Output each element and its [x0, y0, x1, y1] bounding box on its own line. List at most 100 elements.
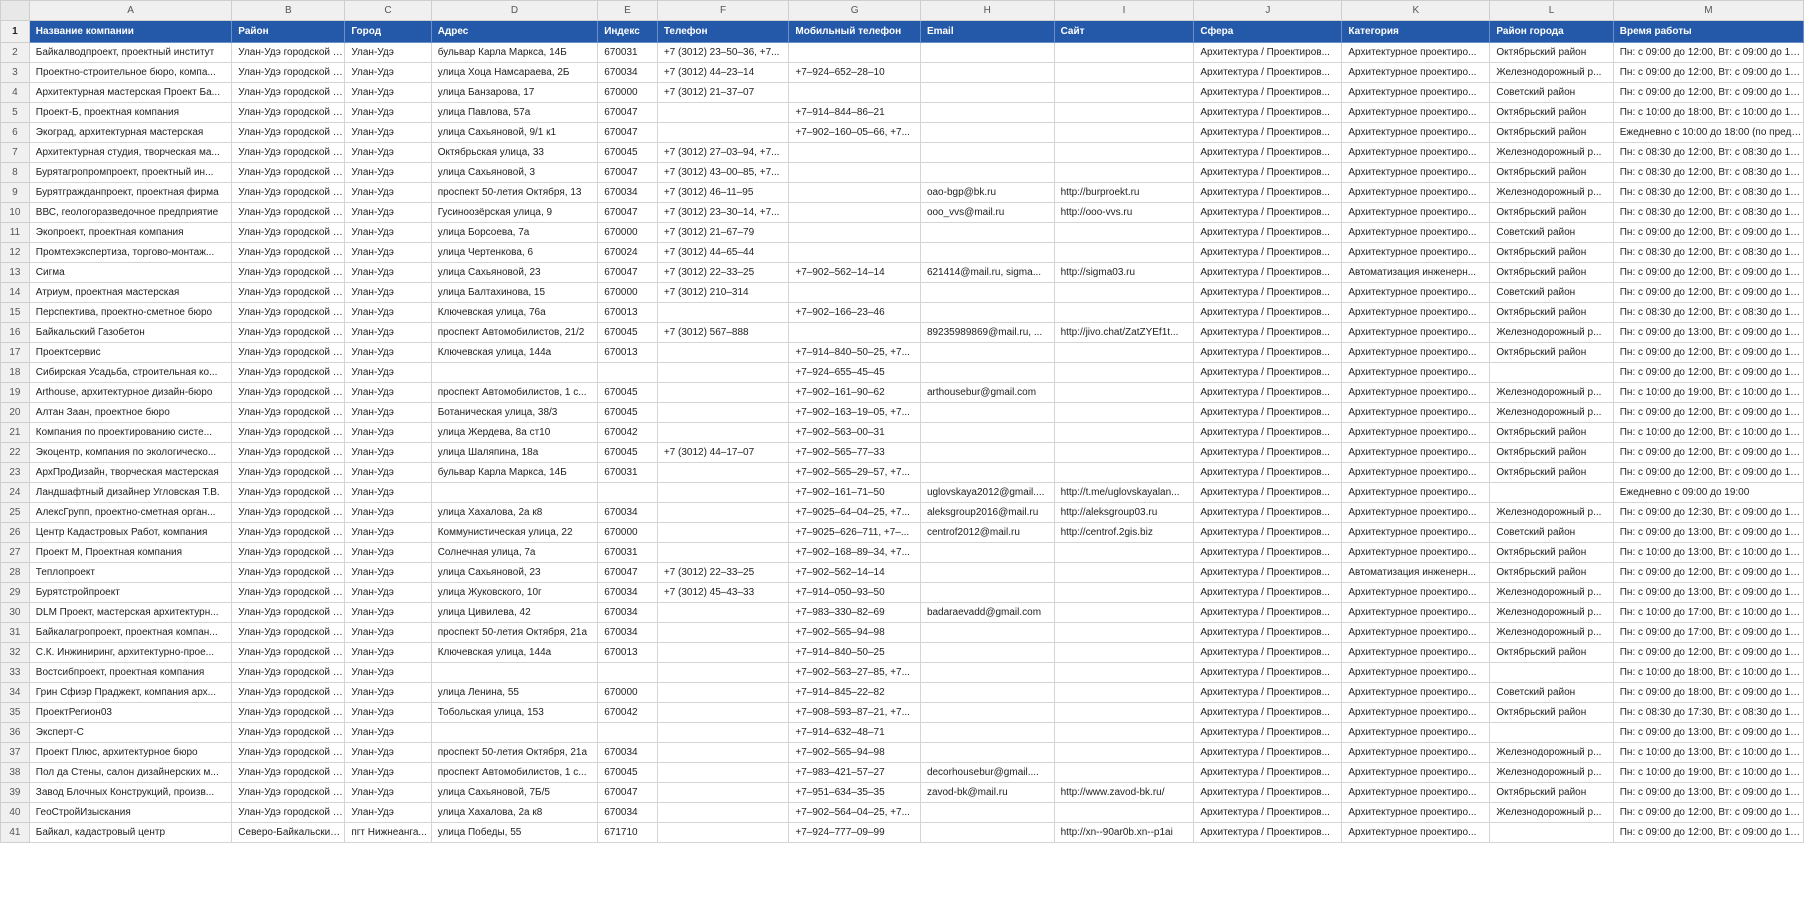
table-cell[interactable]: Архитектурное проектиро...: [1341, 102, 1491, 123]
row-number[interactable]: 22: [0, 442, 30, 463]
table-cell[interactable]: Улан-Удэ городской ок...: [231, 662, 346, 683]
header-cell[interactable]: Район: [231, 20, 346, 43]
table-cell[interactable]: Железнодорожный р...: [1489, 142, 1614, 163]
table-cell[interactable]: [788, 282, 921, 303]
table-cell[interactable]: Улан-Удэ: [344, 582, 432, 603]
table-cell[interactable]: [656, 522, 790, 543]
table-cell[interactable]: [1489, 482, 1614, 503]
table-cell[interactable]: http://aleksgroup03.ru: [1053, 502, 1195, 523]
table-cell[interactable]: [597, 482, 658, 503]
table-cell[interactable]: Улан-Удэ: [344, 142, 432, 163]
table-cell[interactable]: Архитектурное проектиро...: [1341, 82, 1491, 103]
table-cell[interactable]: Архитектурное проектиро...: [1341, 62, 1491, 83]
table-cell[interactable]: +7–9025–626–711, +7–...: [788, 522, 921, 543]
table-cell[interactable]: +7–902–160–05–66, +7...: [788, 122, 921, 143]
table-cell[interactable]: улица Жердева, 8а ст10: [430, 422, 599, 443]
table-cell[interactable]: [1053, 142, 1195, 163]
table-cell[interactable]: Улан-Удэ: [344, 262, 432, 283]
table-cell[interactable]: Архитектура / Проектиров...: [1193, 562, 1343, 583]
table-cell[interactable]: бульвар Карла Маркса, 14Б: [430, 462, 599, 483]
table-cell[interactable]: Пн: с 09:00 до 13:00, Вт: с 09:00 до 13:…: [1612, 522, 1804, 543]
table-cell[interactable]: Улан-Удэ городской ок...: [231, 702, 346, 723]
table-cell[interactable]: Улан-Удэ городской ок...: [231, 742, 346, 763]
table-cell[interactable]: [1053, 222, 1195, 243]
table-cell[interactable]: проспект Автомобилистов, 21/2: [430, 322, 599, 343]
table-cell[interactable]: Улан-Удэ: [344, 502, 432, 523]
table-cell[interactable]: Архитектура / Проектиров...: [1193, 82, 1343, 103]
table-cell[interactable]: Улан-Удэ: [344, 182, 432, 203]
table-cell[interactable]: [919, 702, 1055, 723]
table-cell[interactable]: Проект-Б, проектная компания: [28, 102, 233, 123]
table-cell[interactable]: Октябрьский район: [1489, 782, 1614, 803]
table-cell[interactable]: Ландшафтный дизайнер Угловская Т.В.: [28, 482, 233, 503]
table-cell[interactable]: Архитектура / Проектиров...: [1193, 382, 1343, 403]
table-cell[interactable]: Архитектурное проектиро...: [1341, 662, 1491, 683]
table-cell[interactable]: 670047: [597, 202, 658, 223]
table-cell[interactable]: [788, 242, 921, 263]
table-cell[interactable]: Архитектура / Проектиров...: [1193, 662, 1343, 683]
table-cell[interactable]: +7–914–844–86–21: [788, 102, 921, 123]
table-cell[interactable]: +7–914–845–22–82: [788, 682, 921, 703]
table-cell[interactable]: Улан-Удэ: [344, 442, 432, 463]
table-cell[interactable]: Октябрьский район: [1489, 462, 1614, 483]
row-number[interactable]: 17: [0, 342, 30, 363]
table-cell[interactable]: Октябрьский район: [1489, 442, 1614, 463]
table-cell[interactable]: +7 (3012) 21–67–79: [656, 222, 790, 243]
table-cell[interactable]: [919, 722, 1055, 743]
table-cell[interactable]: [1489, 722, 1614, 743]
table-cell[interactable]: Компания по проектированию систе...: [28, 422, 233, 443]
table-cell[interactable]: [656, 622, 790, 643]
table-cell[interactable]: +7 (3012) 210–314: [656, 282, 790, 303]
table-cell[interactable]: Архитектурное проектиро...: [1341, 242, 1491, 263]
table-cell[interactable]: +7–924–652–28–10: [788, 62, 921, 83]
table-cell[interactable]: бульвар Карла Маркса, 14Б: [430, 42, 599, 63]
column-header-g[interactable]: G: [788, 0, 921, 21]
table-cell[interactable]: Улан-Удэ: [344, 402, 432, 423]
header-cell[interactable]: Телефон: [656, 20, 790, 43]
table-cell[interactable]: Архитектурное проектиро...: [1341, 402, 1491, 423]
table-cell[interactable]: Улан-Удэ городской ок...: [231, 122, 346, 143]
table-cell[interactable]: [919, 302, 1055, 323]
row-number[interactable]: 41: [0, 822, 30, 843]
table-cell[interactable]: [656, 822, 790, 843]
table-cell[interactable]: Пн: с 10:00 до 17:00, Вт: с 10:00 до 17:…: [1612, 602, 1804, 623]
table-cell[interactable]: +7 (3012) 23–50–36, +7...: [656, 42, 790, 63]
table-cell[interactable]: +7–902–161–90–62: [788, 382, 921, 403]
table-cell[interactable]: Пн: с 09:00 до 13:00, Вт: с 09:00 до 13:…: [1612, 782, 1804, 803]
table-cell[interactable]: Октябрьский район: [1489, 242, 1614, 263]
table-cell[interactable]: [656, 782, 790, 803]
table-cell[interactable]: [656, 302, 790, 323]
table-cell[interactable]: [1053, 582, 1195, 603]
table-cell[interactable]: [1053, 82, 1195, 103]
table-cell[interactable]: [919, 222, 1055, 243]
table-cell[interactable]: +7 (3012) 22–33–25: [656, 262, 790, 283]
table-cell[interactable]: +7–914–840–50–25: [788, 642, 921, 663]
table-cell[interactable]: АрхПроДизайн, творческая мастерская: [28, 462, 233, 483]
table-cell[interactable]: +7–902–163–19–05, +7...: [788, 402, 921, 423]
table-cell[interactable]: [919, 242, 1055, 263]
table-cell[interactable]: Пн: с 10:00 до 19:00, Вт: с 10:00 до 19:…: [1612, 382, 1804, 403]
table-cell[interactable]: Улан-Удэ городской ок...: [231, 802, 346, 823]
table-cell[interactable]: Улан-Удэ городской ок...: [231, 382, 346, 403]
table-cell[interactable]: Улан-Удэ городской ок...: [231, 42, 346, 63]
row-number[interactable]: 37: [0, 742, 30, 763]
table-cell[interactable]: улица Павлова, 57а: [430, 102, 599, 123]
table-cell[interactable]: Улан-Удэ городской ок...: [231, 262, 346, 283]
table-cell[interactable]: Улан-Удэ городской ок...: [231, 602, 346, 623]
table-cell[interactable]: Улан-Удэ: [344, 202, 432, 223]
table-cell[interactable]: Пн: с 09:00 до 12:00, Вт: с 09:00 до 12:…: [1612, 562, 1804, 583]
table-cell[interactable]: [919, 342, 1055, 363]
table-cell[interactable]: Архитектурное проектиро...: [1341, 542, 1491, 563]
table-cell[interactable]: Пн: с 09:00 до 12:00, Вт: с 09:00 до 12:…: [1612, 822, 1804, 843]
table-cell[interactable]: [430, 362, 599, 383]
table-cell[interactable]: Октябрьский район: [1489, 262, 1614, 283]
table-cell[interactable]: Архитектура / Проектиров...: [1193, 582, 1343, 603]
table-cell[interactable]: Бурятгражданпроект, проектная фирма: [28, 182, 233, 203]
table-cell[interactable]: 670031: [597, 462, 658, 483]
table-cell[interactable]: [919, 582, 1055, 603]
table-cell[interactable]: Железнодорожный р...: [1489, 622, 1614, 643]
table-cell[interactable]: Востсибпроект, проектная компания: [28, 662, 233, 683]
table-cell[interactable]: decorhousebur@gmail....: [919, 762, 1055, 783]
table-cell[interactable]: Улан-Удэ городской ок...: [231, 482, 346, 503]
header-cell[interactable]: Email: [919, 20, 1055, 43]
